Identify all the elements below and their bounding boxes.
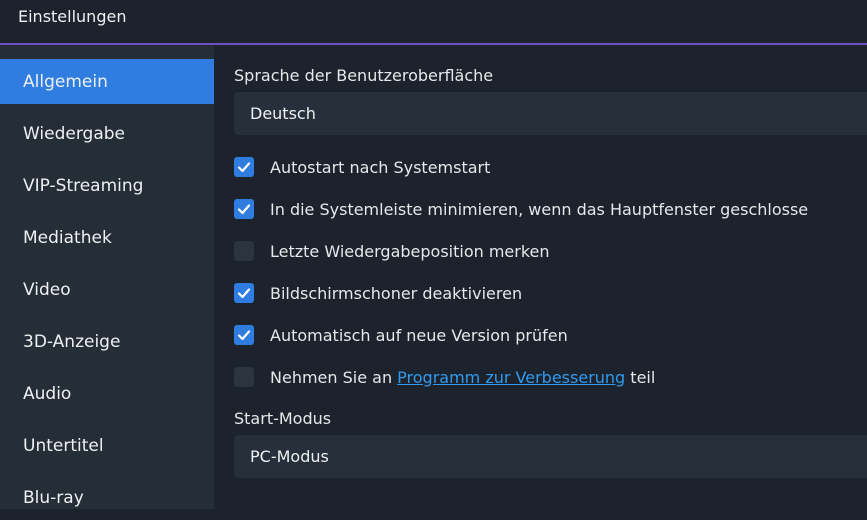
option-auto-update[interactable]: Automatisch auf neue Version prüfen: [234, 322, 568, 348]
sidebar-item-vip-streaming[interactable]: VIP-Streaming: [0, 163, 214, 208]
sidebar-item-blu-ray[interactable]: Blu-ray: [0, 475, 214, 520]
option-improvement-program[interactable]: Nehmen Sie an Programm zur Verbesserung …: [234, 364, 655, 390]
auto-update-label: Automatisch auf neue Version prüfen: [270, 325, 568, 345]
start-mode-select-value: PC-Modus: [250, 447, 329, 466]
option-autostart[interactable]: Autostart nach Systemstart: [234, 154, 490, 180]
sidebar-item-mediathek[interactable]: Mediathek: [0, 215, 214, 260]
title-bar: Einstellungen: [0, 0, 867, 45]
option-minimize-tray[interactable]: In die Systemleiste minimieren, wenn das…: [234, 196, 808, 222]
checkmark-icon: [237, 330, 251, 341]
improvement-program-text: Nehmen Sie an Programm zur Verbesserung …: [270, 368, 655, 387]
autostart-checkbox[interactable]: [234, 157, 254, 177]
auto-update-checkbox[interactable]: [234, 325, 254, 345]
sidebar-item-video[interactable]: Video: [0, 267, 214, 312]
sidebar-item-wiedergabe[interactable]: Wiedergabe: [0, 111, 214, 156]
window-title: Einstellungen: [18, 7, 127, 26]
remember-position-checkbox[interactable]: [234, 241, 254, 261]
settings-sidebar: Allgemein Wiedergabe VIP-Streaming Media…: [0, 45, 214, 509]
sidebar-item-untertitel[interactable]: Untertitel: [0, 423, 214, 468]
start-mode-label: Start-Modus: [234, 409, 332, 428]
settings-panel: Sprache der Benutzeroberfläche Deutsch A…: [214, 45, 867, 509]
disable-screensaver-label: Bildschirmschoner deaktivieren: [270, 283, 523, 303]
minimize-tray-label: In die Systemleiste minimieren, wenn das…: [270, 199, 809, 219]
remember-position-label: Letzte Wiedergabeposition merken: [270, 241, 550, 261]
improvement-program-link[interactable]: Programm zur Verbesserung: [397, 368, 625, 387]
improvement-program-checkbox[interactable]: [234, 367, 254, 387]
start-mode-select[interactable]: PC-Modus: [234, 435, 867, 478]
minimize-tray-checkbox[interactable]: [234, 199, 254, 219]
checkmark-icon: [237, 162, 251, 173]
language-label: Sprache der Benutzeroberfläche: [234, 66, 494, 85]
option-remember-position[interactable]: Letzte Wiedergabeposition merken: [234, 238, 550, 264]
sidebar-item-3d-anzeige[interactable]: 3D-Anzeige: [0, 319, 214, 364]
language-select[interactable]: Deutsch: [234, 92, 867, 135]
disable-screensaver-checkbox[interactable]: [234, 283, 254, 303]
autostart-label: Autostart nach Systemstart: [270, 157, 491, 177]
checkmark-icon: [237, 288, 251, 299]
checkmark-icon: [237, 204, 251, 215]
option-disable-screensaver[interactable]: Bildschirmschoner deaktivieren: [234, 280, 522, 306]
sidebar-item-audio[interactable]: Audio: [0, 371, 214, 416]
improvement-program-prefix: Nehmen Sie an: [270, 367, 398, 387]
language-select-value: Deutsch: [250, 104, 316, 123]
improvement-program-suffix: teil: [625, 367, 656, 387]
sidebar-item-allgemein[interactable]: Allgemein: [0, 59, 214, 104]
